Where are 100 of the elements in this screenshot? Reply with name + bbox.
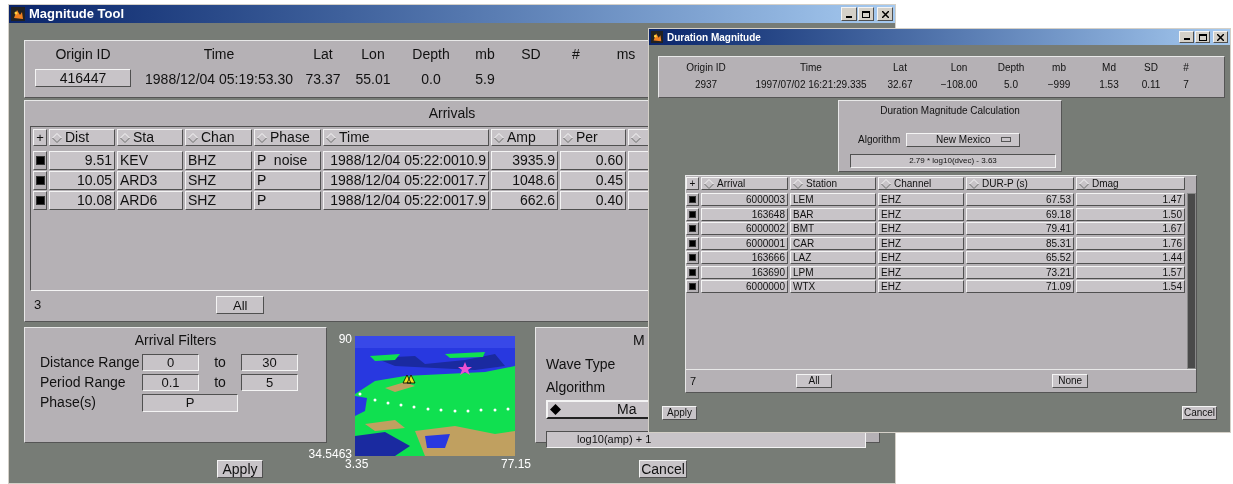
checkbox[interactable]: [686, 280, 699, 293]
column-header[interactable]: Dmag: [1076, 177, 1185, 190]
cancel-button[interactable]: Cancel: [1182, 406, 1217, 420]
column-header[interactable]: Chan: [185, 129, 252, 146]
column-label: Depth: [412, 45, 450, 64]
checkbox[interactable]: [686, 193, 699, 206]
minimize-button[interactable]: [841, 7, 857, 21]
checkbox[interactable]: [33, 171, 47, 190]
close-button[interactable]: [877, 7, 893, 21]
column-label: Lon: [950, 61, 968, 75]
table-cell: 1988/12/04 05:22:0017.9: [323, 191, 489, 210]
origin-value: 73.37: [305, 70, 341, 89]
table-cell: 3935.9: [491, 151, 558, 170]
table-cell: 1.44: [1076, 251, 1185, 264]
column-header[interactable]: Amp: [491, 129, 558, 146]
checkbox[interactable]: [686, 236, 699, 250]
table-cell: BHZ: [185, 151, 252, 170]
table-cell: P: [254, 191, 321, 210]
axis-label: 90: [338, 333, 352, 345]
maximize-button[interactable]: [858, 7, 874, 21]
diamond-icon: [969, 178, 979, 189]
all-button[interactable]: All: [216, 296, 265, 314]
cancel-button[interactable]: Cancel: [639, 460, 687, 478]
input-field[interactable]: 0: [142, 354, 199, 371]
origin-value: 2937: [694, 78, 718, 92]
table-cell: 1988/12/04 05:22:0017.7: [323, 171, 489, 190]
table-cell: EHZ: [878, 236, 964, 250]
window-title: Magnitude Tool: [29, 5, 125, 24]
diamond-icon: [326, 132, 336, 143]
column-label: #: [572, 45, 580, 64]
column-header[interactable]: Dist: [49, 129, 115, 146]
column-label: Md: [1102, 61, 1116, 75]
column-header[interactable]: Sta: [117, 129, 183, 146]
minimize-button[interactable]: [1179, 31, 1194, 43]
checkbox[interactable]: [686, 222, 699, 235]
table-cell: EHZ: [878, 280, 964, 293]
column-label: Depth: [997, 61, 1025, 75]
app-icon: [11, 7, 25, 21]
table-cell: 1.76: [1076, 236, 1185, 250]
column-header[interactable]: Time: [323, 129, 489, 146]
diamond-icon: [550, 404, 561, 415]
diamond-icon: [52, 132, 62, 143]
add-column-button[interactable]: +: [686, 177, 699, 190]
apply-button[interactable]: Apply: [217, 460, 263, 478]
field-label: Algorithm: [858, 133, 901, 147]
input-field[interactable]: 30: [241, 354, 298, 371]
add-column-button[interactable]: +: [33, 129, 47, 146]
table-cell: LPM: [790, 265, 876, 279]
close-button[interactable]: [1213, 31, 1228, 43]
table-cell: SHZ: [185, 191, 252, 210]
input-field[interactable]: P: [142, 393, 238, 412]
origin-value: 7: [1183, 78, 1189, 92]
column-header[interactable]: Arrival: [701, 177, 788, 190]
origin-value: 0.11: [1141, 78, 1161, 92]
input-field[interactable]: 5: [241, 374, 298, 391]
app-icon: [651, 31, 663, 43]
checkbox[interactable]: [686, 207, 699, 221]
origin-value: 55.01: [355, 70, 391, 89]
column-header[interactable]: Channel: [878, 177, 964, 190]
origin-value: 32.67: [887, 78, 913, 92]
maximize-button[interactable]: [1195, 31, 1210, 43]
table-cell: BAR: [790, 207, 876, 221]
table-cell: P noise: [254, 151, 321, 170]
origin-id-button[interactable]: 416447: [35, 69, 131, 87]
column-header[interactable]: Station: [790, 177, 876, 190]
checkbox[interactable]: [686, 265, 699, 279]
field-label: Period Range: [39, 373, 127, 392]
panel-title: Duration Magnitude Calculation: [880, 104, 1020, 118]
checkbox[interactable]: [686, 251, 699, 264]
table-cell: SHZ: [185, 171, 252, 190]
origin-value: 1997/07/02 16:21:29.335: [755, 78, 867, 92]
diamond-icon: [704, 178, 714, 189]
input-field[interactable]: 0.1: [142, 374, 199, 391]
apply-button[interactable]: Apply: [662, 406, 697, 420]
column-header[interactable]: Phase: [254, 129, 321, 146]
column-header[interactable]: DUR-P (s): [966, 177, 1074, 190]
origin-value: −999: [1047, 78, 1071, 92]
panel-title: M: [633, 331, 645, 350]
scrollbar[interactable]: [1187, 193, 1196, 369]
panel-title: Arrival Filters: [134, 331, 217, 350]
table-cell: EHZ: [878, 251, 964, 264]
option-menu[interactable]: New Mexico: [906, 132, 1021, 147]
none-button[interactable]: None: [1052, 374, 1089, 388]
close-icon: [881, 10, 889, 18]
column-label: SD: [521, 45, 541, 64]
table-cell: 0.60: [560, 151, 626, 170]
table-cell: 6000002: [701, 222, 788, 235]
table-cell: 71.09: [966, 280, 1074, 293]
table-cell: 1.50: [1076, 207, 1185, 221]
all-button[interactable]: All: [796, 374, 833, 388]
column-label: mb: [475, 45, 495, 64]
table-cell: 1.54: [1076, 280, 1185, 293]
axis-label: 34.5463: [308, 448, 352, 460]
checkbox[interactable]: [33, 191, 47, 210]
diamond-icon: [1079, 178, 1089, 189]
column-header[interactable]: Per: [560, 129, 626, 146]
checkbox[interactable]: [33, 151, 47, 170]
close-icon: [1217, 33, 1224, 41]
table-cell: 10.05: [49, 171, 115, 190]
column-label: Lat: [313, 45, 333, 64]
